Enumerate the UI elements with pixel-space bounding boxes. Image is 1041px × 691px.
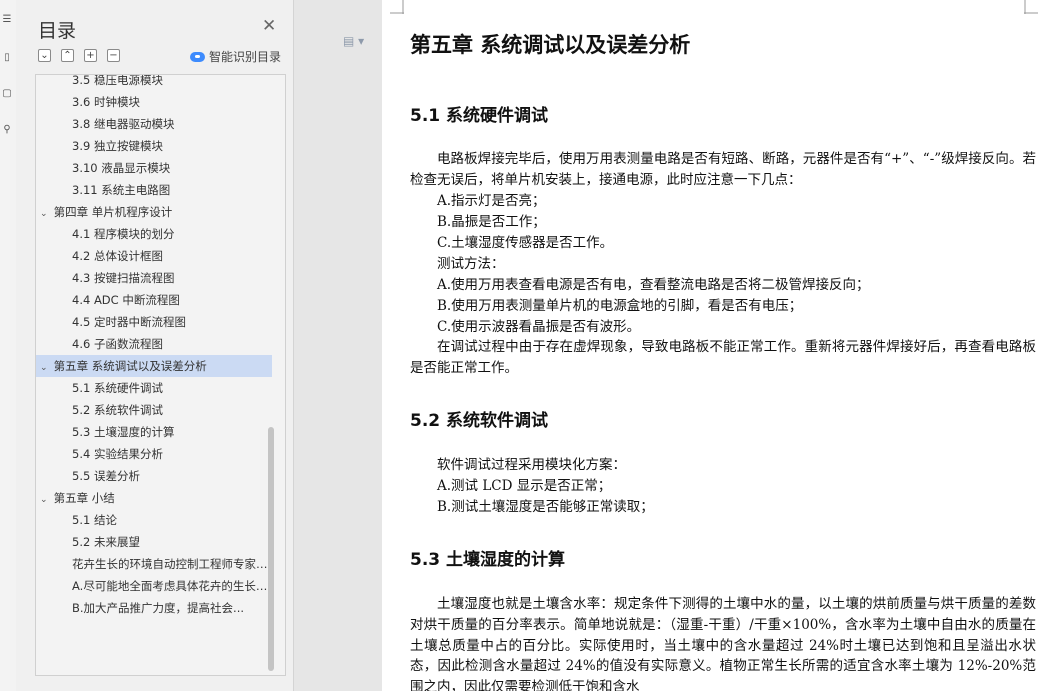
document-page: 第五章 系统调试以及误差分析 5.1 系统硬件调试 电路板焊接完毕后，使用万用表… xyxy=(382,0,1041,691)
toc-item[interactable]: 5.1 结论 xyxy=(36,509,285,531)
toc-item[interactable]: 5.4 实验结果分析 xyxy=(36,443,285,465)
smart-toc-label: 智能识别目录 xyxy=(209,50,282,64)
toc-item[interactable]: 5.2 未来展望 xyxy=(36,531,285,553)
toc-item[interactable]: 花卉生长的环境自动控制工程师专家系统设计... xyxy=(36,553,268,575)
toc-item[interactable]: 3.5 稳压电源模块 xyxy=(36,75,285,91)
list-item: B.晶振是否工作； xyxy=(437,214,546,230)
page-icon[interactable]: ▢ xyxy=(1,88,13,100)
toc-title: 目录 xyxy=(38,20,77,42)
toc-item[interactable]: 4.1 程序模块的划分 xyxy=(36,223,285,245)
cloud-icon xyxy=(190,51,205,62)
toc-item[interactable]: 3.9 独立按键模块 xyxy=(36,135,285,157)
list-item: 软件调试过程采用模块化方案： xyxy=(437,457,626,473)
toc-chapter-label: 第五章 小结 xyxy=(53,491,115,505)
list-item: C.土壤湿度传感器是否工作。 xyxy=(437,235,614,251)
toc-item[interactable]: 3.11 系统主电路图 xyxy=(36,179,285,201)
list-item: A.测试 LCD 显示是否正常； xyxy=(437,478,612,494)
list-item: A.指示灯是否亮； xyxy=(437,193,546,209)
search-icon[interactable]: ⚲ xyxy=(1,124,13,136)
toc-chapter-label: 第四章 单片机程序设计 xyxy=(53,205,173,219)
smart-toc-button[interactable]: 智能识别目录 xyxy=(190,48,281,65)
toc-item[interactable]: 5.5 误差分析 xyxy=(36,465,285,487)
list-item: B.使用万用表测量单片机的电源盒地的引脚，看是否有电压； xyxy=(437,298,803,314)
toc-chapter-label: 第五章 系统调试以及误差分析 xyxy=(53,359,207,373)
section-heading: 5.2 系统软件调试 xyxy=(410,411,549,431)
toc-item[interactable]: 5.2 系统软件调试 xyxy=(36,399,285,421)
toc-item[interactable]: 4.3 按键扫描流程图 xyxy=(36,267,285,289)
toc-item[interactable]: 4.2 总体设计框图 xyxy=(36,245,285,267)
crop-mark-left xyxy=(390,0,404,14)
close-icon[interactable]: ✕ xyxy=(262,18,276,35)
toc-item[interactable]: A.尽可能地全面考虑具体花卉的生长条件... xyxy=(36,575,268,597)
section-heading: 5.1 系统硬件调试 xyxy=(410,106,549,126)
list-item: C.使用示波器看晶振是否有波形。 xyxy=(437,319,641,335)
document-menu-icon[interactable]: ▤ ▾ xyxy=(343,34,364,48)
toc-panel: 目录 ✕ ⌄ ⌃ + − 智能识别目录 3.5 稳压电源模块 3.6 时钟模块 … xyxy=(16,0,294,691)
toc-item[interactable]: 4.6 子函数流程图 xyxy=(36,333,285,355)
expand-up-icon[interactable]: ⌃ xyxy=(61,49,74,62)
chevron-down-icon[interactable]: ⌄ xyxy=(40,203,50,223)
toc-panel-icon[interactable]: ☰ xyxy=(1,14,13,26)
toc-scrollbar[interactable] xyxy=(268,427,274,671)
list-item: A.使用万用表查看电源是否有电，查看整流电路是否将二极管焊接反向； xyxy=(437,277,870,293)
section-heading: 5.3 土壤湿度的计算 xyxy=(410,550,566,570)
chevron-down-icon[interactable]: ⌄ xyxy=(40,357,50,377)
chapter-heading: 第五章 系统调试以及误差分析 xyxy=(410,33,691,57)
toc-item[interactable]: 5.3 土壤湿度的计算 xyxy=(36,421,285,443)
paragraph: 电路板焊接完毕后，使用万用表测量电路是否有短路、断路，元器件是否有“+”、“-”… xyxy=(410,151,1036,188)
paragraph: 在调试过程中由于存在虚焊现象，导致电路板不能正常工作。重新将元器件焊接好后，再查… xyxy=(410,339,1036,376)
chevron-down-icon[interactable]: ⌄ xyxy=(40,489,50,509)
toc-item[interactable]: 3.6 时钟模块 xyxy=(36,91,285,113)
toc-item[interactable]: 3.10 液晶显示模块 xyxy=(36,157,285,179)
crop-mark-right xyxy=(1024,0,1038,14)
toc-item[interactable]: 5.1 系统硬件调试 xyxy=(36,377,285,399)
left-tool-rail: ☰ ▯ ▢ ⚲ xyxy=(0,0,17,691)
bookmark-icon[interactable]: ▯ xyxy=(1,52,13,64)
toc-chapter-summary[interactable]: ⌄ 第五章 小结 xyxy=(36,487,272,509)
toc-item[interactable]: B.加大产品推广力度，提高社会... xyxy=(36,597,268,619)
toc-item[interactable]: 4.4 ADC 中断流程图 xyxy=(36,289,285,311)
toc-item[interactable]: 3.8 继电器驱动模块 xyxy=(36,113,285,135)
expand-plus-icon[interactable]: + xyxy=(84,49,97,62)
toc-chapter-5-selected[interactable]: ⌄ 第五章 系统调试以及误差分析 xyxy=(36,355,272,377)
collapse-all-icon[interactable]: ⌄ xyxy=(38,49,51,62)
list-item: B.测试土壤湿度是否能够正常读取； xyxy=(437,499,654,515)
paragraph: 土壤湿度也就是土壤含水率：规定条件下测得的土壤中水的量，以土壤的烘前质量与烘干质… xyxy=(410,596,1036,691)
list-item: 测试方法： xyxy=(437,256,505,272)
toc-tree: 3.5 稳压电源模块 3.6 时钟模块 3.8 继电器驱动模块 3.9 独立按键… xyxy=(35,74,286,676)
collapse-minus-icon[interactable]: − xyxy=(107,49,120,62)
toc-chapter-4[interactable]: ⌄ 第四章 单片机程序设计 xyxy=(36,201,272,223)
toc-item[interactable]: 4.5 定时器中断流程图 xyxy=(36,311,285,333)
